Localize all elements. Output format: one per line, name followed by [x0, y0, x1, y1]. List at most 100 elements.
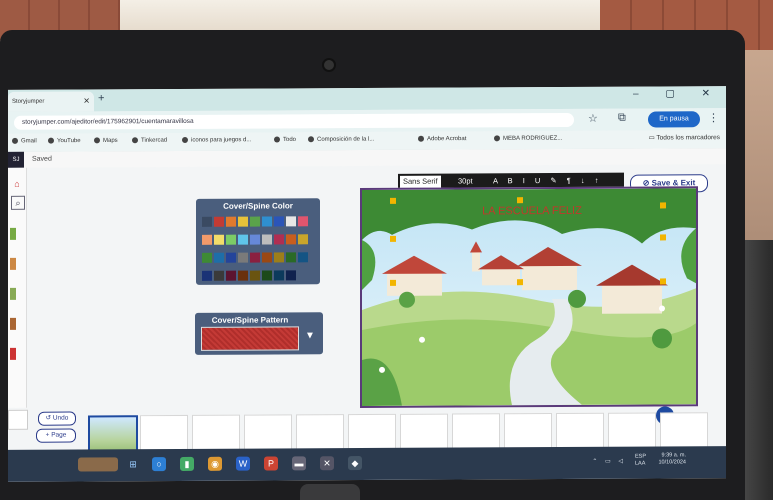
tab-close-icon[interactable]: ✕	[83, 91, 90, 111]
asset-thumbnail[interactable]	[10, 347, 16, 360]
page-thumbnail[interactable]	[556, 412, 604, 450]
undo-button[interactable]: ↺ Undo	[38, 411, 76, 426]
bookmark-item[interactable]: Composición de la l...	[308, 136, 374, 143]
color-swatch[interactable]	[202, 216, 212, 227]
search-icon[interactable]: ⌕	[11, 195, 25, 210]
color-swatch[interactable]	[298, 252, 308, 263]
color-swatch[interactable]	[226, 252, 236, 263]
new-tab-icon[interactable]: +	[98, 92, 104, 104]
bookmark-item[interactable]: Gmail	[12, 137, 37, 145]
book-cover-canvas[interactable]: LA ESCUELA FELIZ	[360, 186, 698, 409]
profile-pause-button[interactable]: En pausa	[648, 111, 700, 128]
color-swatch[interactable]	[262, 216, 272, 227]
language-indicator[interactable]: ESP LAA	[635, 454, 646, 468]
page-thumbnail[interactable]	[452, 413, 500, 450]
color-swatch[interactable]	[286, 234, 296, 245]
app-icon[interactable]: ✕	[320, 456, 334, 471]
bookmark-item[interactable]: Tinkercad	[132, 137, 167, 144]
explorer-icon[interactable]: ▮	[180, 456, 194, 471]
color-swatch[interactable]	[238, 270, 248, 281]
page-thumbnail[interactable]	[192, 414, 240, 451]
page-thumbnail[interactable]	[504, 413, 552, 450]
color-swatch[interactable]	[238, 234, 248, 245]
system-tray[interactable]: ⌃ ▭ ◁	[592, 458, 626, 465]
word-icon[interactable]: W	[236, 456, 250, 471]
page-thumbnail[interactable]	[400, 413, 448, 450]
color-swatch[interactable]	[286, 252, 296, 263]
bookmark-item[interactable]: MEBA RODRIGUEZ...	[494, 135, 562, 142]
color-swatch[interactable]	[286, 270, 296, 281]
page-thumbnail-strip	[88, 412, 726, 454]
asset-thumbnail[interactable]	[10, 317, 16, 330]
font-select[interactable]: Sans Serif	[400, 175, 441, 188]
color-swatch[interactable]	[214, 252, 224, 263]
color-swatch[interactable]	[214, 234, 224, 245]
add-page-button[interactable]: + Page	[36, 428, 76, 443]
color-swatch[interactable]	[250, 216, 260, 227]
bookmark-item[interactable]: YouTube	[48, 137, 81, 144]
color-swatch[interactable]	[250, 270, 260, 281]
asset-thumbnail[interactable]	[10, 287, 16, 300]
color-swatch[interactable]	[274, 234, 284, 245]
browser-tab[interactable]: Storyjumper ✕	[8, 91, 94, 112]
page-thumbnail[interactable]	[140, 414, 188, 452]
color-swatch[interactable]	[274, 252, 284, 263]
clock[interactable]: 9:39 a. m. 10/10/2024	[658, 452, 686, 466]
webcam	[322, 58, 336, 72]
page-thumbnail[interactable]	[348, 413, 396, 451]
color-swatch[interactable]	[214, 216, 224, 227]
chevron-down-icon[interactable]: ▼	[305, 330, 315, 341]
color-swatch[interactable]	[274, 270, 284, 281]
bookmark-item[interactable]: iconos para juegos d...	[182, 136, 251, 144]
color-swatch[interactable]	[238, 216, 248, 227]
app-icon[interactable]: ▬	[292, 456, 306, 471]
left-panel-toggle[interactable]	[8, 409, 28, 430]
asset-thumbnail[interactable]	[10, 227, 16, 240]
color-swatch[interactable]	[202, 252, 212, 263]
color-swatch[interactable]	[226, 270, 236, 281]
color-swatch[interactable]	[286, 216, 296, 227]
all-bookmarks-folder[interactable]: ▭ Todos los marcadores	[649, 133, 720, 141]
asset-thumbnail[interactable]	[10, 257, 16, 270]
color-swatch[interactable]	[298, 216, 308, 227]
url-field[interactable]: storyjumper.com/ajeditor/edit/175962901/…	[14, 112, 574, 130]
cover-title-text[interactable]: LA ESCUELA FELIZ	[442, 205, 622, 218]
extensions-icon[interactable]: ⧉	[618, 112, 626, 125]
color-swatch-grid	[202, 214, 316, 287]
color-swatch[interactable]	[250, 234, 260, 245]
cover-color-title: Cover/Spine Color	[223, 201, 293, 211]
window-controls[interactable]: – ▢ ✕	[633, 88, 722, 99]
bookmark-item[interactable]: Adobe Acrobat	[418, 135, 466, 142]
color-swatch[interactable]	[274, 216, 284, 227]
widgets-icon[interactable]	[78, 457, 118, 472]
color-swatch[interactable]	[202, 234, 212, 245]
chrome-icon[interactable]: ◉	[208, 456, 222, 471]
storyjumper-logo[interactable]: SJ	[8, 151, 24, 168]
color-swatch[interactable]	[202, 270, 212, 281]
bookmark-item[interactable]: Maps	[94, 137, 118, 144]
bookmark-icon	[308, 136, 314, 143]
color-swatch[interactable]	[214, 270, 224, 281]
app-icon[interactable]: ◆	[348, 456, 362, 471]
page-thumbnail[interactable]	[660, 412, 708, 449]
trash-icon[interactable]: ⌂	[11, 178, 23, 190]
page-thumbnail[interactable]	[88, 415, 138, 454]
color-swatch[interactable]	[262, 270, 272, 281]
color-swatch[interactable]	[226, 234, 236, 245]
menu-icon[interactable]: ⋮	[708, 111, 719, 124]
start-icon[interactable]: ⊞	[126, 457, 140, 471]
color-swatch[interactable]	[262, 252, 272, 263]
bookmark-star-icon[interactable]: ☆	[588, 112, 598, 125]
color-swatch[interactable]	[298, 234, 308, 245]
pattern-sample[interactable]	[201, 326, 299, 351]
color-swatch[interactable]	[250, 252, 260, 263]
search-taskbar-icon[interactable]: ○	[152, 457, 166, 472]
page-thumbnail[interactable]	[244, 414, 292, 451]
color-swatch[interactable]	[262, 234, 272, 245]
color-swatch[interactable]	[238, 252, 248, 263]
page-thumbnail[interactable]	[296, 414, 344, 451]
page-thumbnail[interactable]	[608, 412, 656, 449]
powerpoint-icon[interactable]: P	[264, 456, 278, 471]
color-swatch[interactable]	[226, 216, 236, 227]
bookmark-item[interactable]: Todo	[274, 136, 296, 143]
